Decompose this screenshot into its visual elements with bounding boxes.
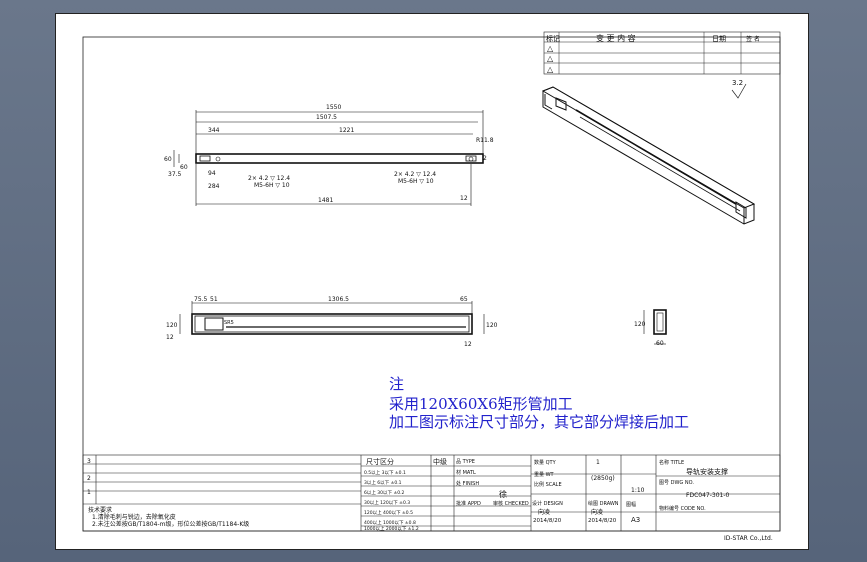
dim-overall: 1550: [326, 104, 341, 111]
title-value: 导轨安装支撑: [686, 467, 728, 476]
dim-94: 94: [208, 170, 216, 177]
note-line-1: 采用120X60X6矩形管加工: [389, 395, 573, 413]
dim-1507: 1507.5: [316, 114, 337, 121]
size-value: A3: [631, 516, 640, 524]
rev-left-2: 2: [87, 475, 91, 482]
design-by: 向凌: [538, 508, 550, 516]
qty-label: 数量 QTY: [534, 459, 557, 466]
drawn-by: 向凌: [591, 508, 603, 516]
isometric-view: [541, 86, 756, 225]
rev-header-mark: 标记: [546, 34, 560, 43]
front-view: [173, 110, 484, 206]
tol-row-1: 0.5以上 3以下 ±0.1: [364, 469, 406, 476]
dwg-no-label: 图号 DWG NO.: [659, 480, 694, 486]
date-1: 2014/8/20: [533, 518, 562, 524]
drawing-sheet: 标记 变 更 内 容 日期 签 名 △ △ △ 3.2 1550 1507.5 …: [55, 13, 809, 550]
qty-value: 1: [596, 459, 600, 466]
tol-row-6: 400以上 1000以下 ±0.8: [364, 519, 416, 526]
tech-req-header: 技术要求: [88, 506, 112, 514]
hole-right-thread: M5-6H ▽ 10: [398, 178, 434, 185]
checked-label: 审核 CHECKED: [493, 500, 529, 507]
tol-header-2: 中级: [433, 457, 447, 466]
surface-finish-symbol: 3.2: [731, 79, 747, 99]
dim-120-left: 120: [166, 322, 178, 329]
svg-text:3.2: 3.2: [732, 79, 743, 87]
checked-by: 徐: [499, 489, 507, 499]
note-title: 注: [389, 375, 405, 393]
dim-sr5: SR5: [224, 320, 234, 326]
dim-r11: R11.8: [476, 137, 494, 144]
section-view: [643, 309, 667, 345]
hole-left-spec: 2× 4.2 ▽ 12.4: [248, 175, 290, 182]
section-h: 120: [634, 321, 646, 328]
top-view: [179, 301, 485, 335]
finish-label: 处 FINISH: [456, 480, 479, 487]
dim-37: 37.5: [168, 171, 182, 178]
tol-row-7: 1000以上 2000以下 ±1.2: [364, 525, 419, 532]
material-type-label: 品 TYPE: [456, 459, 475, 465]
approved-label: 批准 APPD: [456, 500, 481, 507]
tol-row-3: 6以上 30以下 ±0.2: [364, 489, 405, 496]
dim-12-left: 12: [166, 334, 174, 341]
company-name: ID-STAR Co.,Ltd.: [724, 535, 773, 542]
drawing-canvas: 标记 变 更 内 容 日期 签 名 △ △ △ 3.2 1550 1507.5 …: [82, 31, 781, 542]
dwg-no-value: FDC047-301-0: [686, 492, 729, 499]
dim-65: 65: [460, 296, 468, 303]
rev-left-1: 1: [87, 489, 91, 496]
inner-border: [82, 36, 781, 532]
code-label: 物料编号 CODE NO.: [659, 505, 706, 512]
dim-60: 60: [164, 156, 172, 163]
dim-12-right: 12: [464, 341, 472, 348]
weight-value: (2850g): [591, 475, 615, 482]
title-block: [82, 454, 781, 532]
drawn-label: 绘图 DRAWN: [588, 500, 619, 507]
tol-row-5: 120以上 400以下 ±0.5: [364, 509, 413, 516]
dim-344: 344: [208, 127, 220, 134]
dim-1306: 1306.5: [328, 296, 349, 303]
tech-req-line1: 1.清除毛刺与锐边，去除氧化皮: [92, 513, 176, 521]
hole-right-spec: 2× 4.2 ▽ 12.4: [394, 171, 436, 178]
title-label: 名称 TITLE: [659, 459, 684, 466]
note-line-2: 加工图示标注尺寸部分，其它部分焊接后加工: [389, 413, 690, 431]
dim-1481: 1481: [318, 197, 333, 204]
date-2: 2014/8/20: [588, 518, 617, 524]
rev-header-sign: 签 名: [746, 35, 760, 43]
tol-row-2: 3以上 6以下 ±0.1: [364, 479, 402, 486]
dim-12: 12: [460, 195, 468, 202]
tol-header-1: 尺寸区分: [366, 457, 394, 466]
dim-left-small: 60: [180, 164, 188, 171]
tol-row-4: 30以上 120以下 ±0.3: [364, 499, 410, 506]
material-label: 材 MATL: [456, 469, 476, 476]
rev-row-2: △: [547, 54, 554, 63]
dim-75: 75.5: [194, 296, 208, 303]
weight-label: 重量 WT: [534, 471, 555, 478]
size-label: 图幅: [626, 501, 636, 508]
cad-viewport[interactable]: 标记 变 更 内 容 日期 签 名 △ △ △ 3.2 1550 1507.5 …: [0, 0, 867, 562]
rev-left-3: 3: [87, 458, 91, 465]
title-block-text: 3 2 1 技术要求 1.清除毛刺与锐边，去除氧化皮 2.未注公差按GB/T18…: [87, 457, 773, 542]
hole-left-thread: M5-6H ▽ 10: [254, 182, 290, 189]
rev-row-3: △: [547, 65, 554, 74]
dim-left-small2: 2: [483, 155, 487, 162]
rev-header-content: 变 更 内 容: [596, 33, 636, 43]
dim-51: 51: [210, 296, 218, 303]
dim-1221: 1221: [339, 127, 354, 134]
dim-120-right: 120: [486, 322, 498, 329]
tech-req-line2: 2.未注公差按GB/T1804-m级，形位公差按GB/T1184-K级: [92, 520, 249, 528]
section-w: 60: [656, 340, 664, 347]
rev-header-date: 日期: [712, 35, 726, 43]
scale-value: 1:10: [631, 487, 645, 494]
rev-row-1: △: [547, 44, 554, 53]
revision-table: 标记 变 更 内 容 日期 签 名 △ △ △: [543, 31, 781, 75]
scale-label: 比例 SCALE: [534, 481, 562, 488]
dim-284: 284: [208, 183, 220, 190]
design-label: 设计 DESIGN: [532, 500, 563, 507]
